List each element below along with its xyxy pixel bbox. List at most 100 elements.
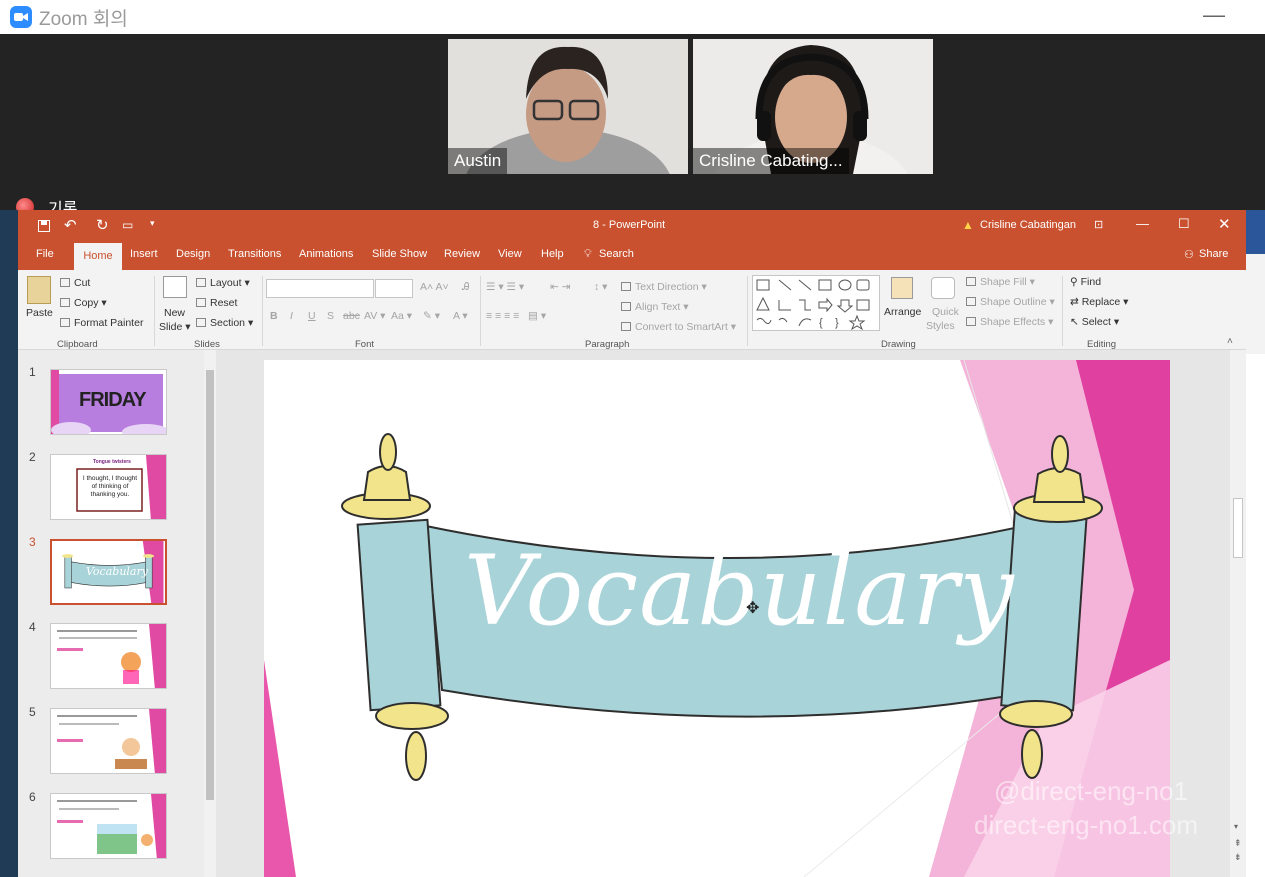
- shapes-gallery[interactable]: {}: [752, 275, 880, 331]
- slide-thumbnail-2[interactable]: Tongue twisters I thought, I thought of …: [50, 454, 167, 520]
- group-label-clipboard: Clipboard: [57, 339, 98, 350]
- copy-button[interactable]: Copy ▾: [60, 297, 107, 309]
- bullets-icon[interactable]: ☰ ▾ ☰ ▾: [486, 281, 524, 293]
- save-icon[interactable]: [38, 219, 50, 237]
- scroll-thumb[interactable]: [1233, 498, 1243, 558]
- slide-thumbnail-5[interactable]: [50, 708, 167, 774]
- tab-design[interactable]: Design: [176, 248, 210, 260]
- minimize-icon[interactable]: —: [1136, 216, 1149, 231]
- quick-styles-label[interactable]: Styles: [926, 320, 955, 332]
- slide-thumbnail-1[interactable]: FRIDAY: [50, 369, 167, 435]
- thumbnails-scrollbar[interactable]: [204, 350, 216, 877]
- previous-slide-icon[interactable]: ⇞: [1234, 838, 1242, 849]
- format-painter-button[interactable]: Format Painter: [60, 317, 143, 329]
- close-icon[interactable]: ✕: [1218, 215, 1231, 233]
- quick-styles-button[interactable]: Quick: [932, 306, 959, 318]
- watermark-line-2: direct-eng-no1.com: [974, 810, 1198, 840]
- font-size-combo[interactable]: [375, 279, 413, 298]
- slide-title-text[interactable]: Vocabulary: [464, 535, 1015, 647]
- new-slide-icon[interactable]: [163, 276, 187, 298]
- line-spacing-icon[interactable]: ↕ ▾: [594, 281, 607, 293]
- align-text-button[interactable]: Align Text ▾: [621, 301, 689, 313]
- thumbnail-text: I thought, I thought of thinking of than…: [82, 475, 138, 498]
- ppt-title-bar: ↶ ↻ ▭ ▾ 8 - PowerPoint ▲ Crisline Cabati…: [18, 210, 1246, 242]
- tab-insert[interactable]: Insert: [130, 248, 158, 260]
- collapse-ribbon-icon[interactable]: ˄: [1227, 336, 1233, 347]
- slide-thumbnail-3-selected[interactable]: Vocabulary: [50, 539, 167, 605]
- change-case-icon[interactable]: Aa ▾: [391, 310, 412, 322]
- tab-animations[interactable]: Animations: [299, 248, 353, 260]
- tab-view[interactable]: View: [498, 248, 522, 260]
- grow-font-icon[interactable]: A˄ A˅: [420, 281, 449, 293]
- text-direction-button[interactable]: Text Direction ▾: [621, 281, 707, 293]
- new-slide-label[interactable]: Slide ▾: [159, 321, 191, 333]
- tell-me-search[interactable]: Search: [599, 248, 634, 260]
- slide-editor: Vocabulary ✥ @direct-eng-no1 direct-eng-…: [216, 350, 1230, 877]
- scroll-thumb[interactable]: [206, 370, 214, 800]
- highlight-icon[interactable]: ✎ ▾: [423, 310, 440, 322]
- tab-file[interactable]: File: [36, 248, 54, 260]
- customize-toolbar-icon[interactable]: ▾: [150, 218, 155, 229]
- strikethrough-icon[interactable]: abc: [343, 310, 360, 322]
- cut-button[interactable]: Cut: [60, 277, 90, 289]
- tab-help[interactable]: Help: [541, 248, 564, 260]
- slide-number: 5: [29, 705, 36, 719]
- indent-icon[interactable]: ⇤ ⇥: [550, 281, 571, 293]
- clear-format-icon[interactable]: Ꭿ: [462, 281, 470, 294]
- shape-effects-button[interactable]: Shape Effects ▾: [966, 316, 1053, 328]
- warning-icon: ▲: [962, 218, 974, 232]
- arrange-button[interactable]: Arrange: [884, 306, 921, 318]
- shape-fill-button[interactable]: Shape Fill ▾: [966, 276, 1035, 288]
- reset-button[interactable]: Reset: [196, 297, 237, 309]
- replace-button[interactable]: ⇄ Replace ▾: [1070, 296, 1128, 308]
- layout-icon: [196, 278, 206, 287]
- next-slide-icon[interactable]: ⇟: [1234, 852, 1242, 863]
- convert-smartart-button[interactable]: Convert to SmartArt ▾: [621, 321, 736, 333]
- smartart-icon: [621, 322, 631, 331]
- arrange-icon[interactable]: [891, 277, 913, 299]
- align-text-icon: [621, 302, 631, 311]
- spacing-icon[interactable]: AV ▾: [364, 310, 385, 322]
- new-slide-button[interactable]: New: [164, 307, 185, 319]
- shape-outline-button[interactable]: Shape Outline ▾: [966, 296, 1055, 308]
- slide-thumbnail-6[interactable]: [50, 793, 167, 859]
- participant-tile-crisline[interactable]: Crisline Cabating...: [693, 39, 933, 174]
- desktop-background-left: [0, 210, 18, 877]
- tab-transitions[interactable]: Transitions: [228, 248, 281, 260]
- user-name[interactable]: Crisline Cabatingan: [980, 219, 1076, 231]
- quick-styles-icon[interactable]: [931, 277, 955, 299]
- powerpoint-window: ↶ ↻ ▭ ▾ 8 - PowerPoint ▲ Crisline Cabati…: [18, 210, 1246, 877]
- align-icons[interactable]: ≡ ≡ ≡ ≡ ▤ ▾: [486, 310, 546, 322]
- editor-scrollbar[interactable]: ▾ ⇞ ⇟: [1230, 350, 1246, 877]
- shadow-icon[interactable]: S: [327, 310, 334, 322]
- font-color-icon[interactable]: A ▾: [453, 310, 468, 322]
- redo-icon[interactable]: ↻: [96, 216, 109, 234]
- start-slideshow-icon[interactable]: ▭: [122, 218, 133, 232]
- italic-icon[interactable]: I: [290, 310, 293, 322]
- maximize-icon[interactable]: ☐: [1178, 216, 1190, 232]
- tab-review[interactable]: Review: [444, 248, 480, 260]
- ribbon-display-icon[interactable]: ⊡: [1094, 218, 1103, 231]
- window-title: 8 - PowerPoint: [593, 219, 666, 231]
- slide-thumbnail-4[interactable]: [50, 623, 167, 689]
- zoom-title-bar: Zoom 회의: [0, 0, 1265, 34]
- tab-slide-show[interactable]: Slide Show: [372, 248, 427, 260]
- scroll-down-icon[interactable]: ▾: [1234, 822, 1238, 831]
- share-button[interactable]: Share: [1199, 248, 1228, 260]
- select-button[interactable]: ↖ Select ▾: [1070, 316, 1119, 328]
- minimize-button[interactable]: —: [1203, 2, 1225, 28]
- underline-icon[interactable]: U: [308, 310, 316, 322]
- paste-button[interactable]: Paste: [26, 307, 53, 319]
- zoom-window-title: Zoom 회의: [39, 8, 128, 30]
- participant-name: Crisline Cabating...: [693, 148, 849, 174]
- section-button[interactable]: Section ▾: [196, 317, 253, 329]
- font-family-combo[interactable]: [266, 279, 374, 298]
- bold-icon[interactable]: B: [270, 310, 278, 322]
- paste-icon[interactable]: [27, 276, 51, 304]
- layout-button[interactable]: Layout ▾: [196, 277, 250, 289]
- undo-icon[interactable]: ↶: [64, 216, 77, 234]
- tab-home[interactable]: Home: [74, 243, 122, 270]
- participant-tile-austin[interactable]: Austin: [448, 39, 688, 174]
- find-button[interactable]: ⚲ Find: [1070, 276, 1101, 288]
- slide-number: 1: [29, 365, 36, 379]
